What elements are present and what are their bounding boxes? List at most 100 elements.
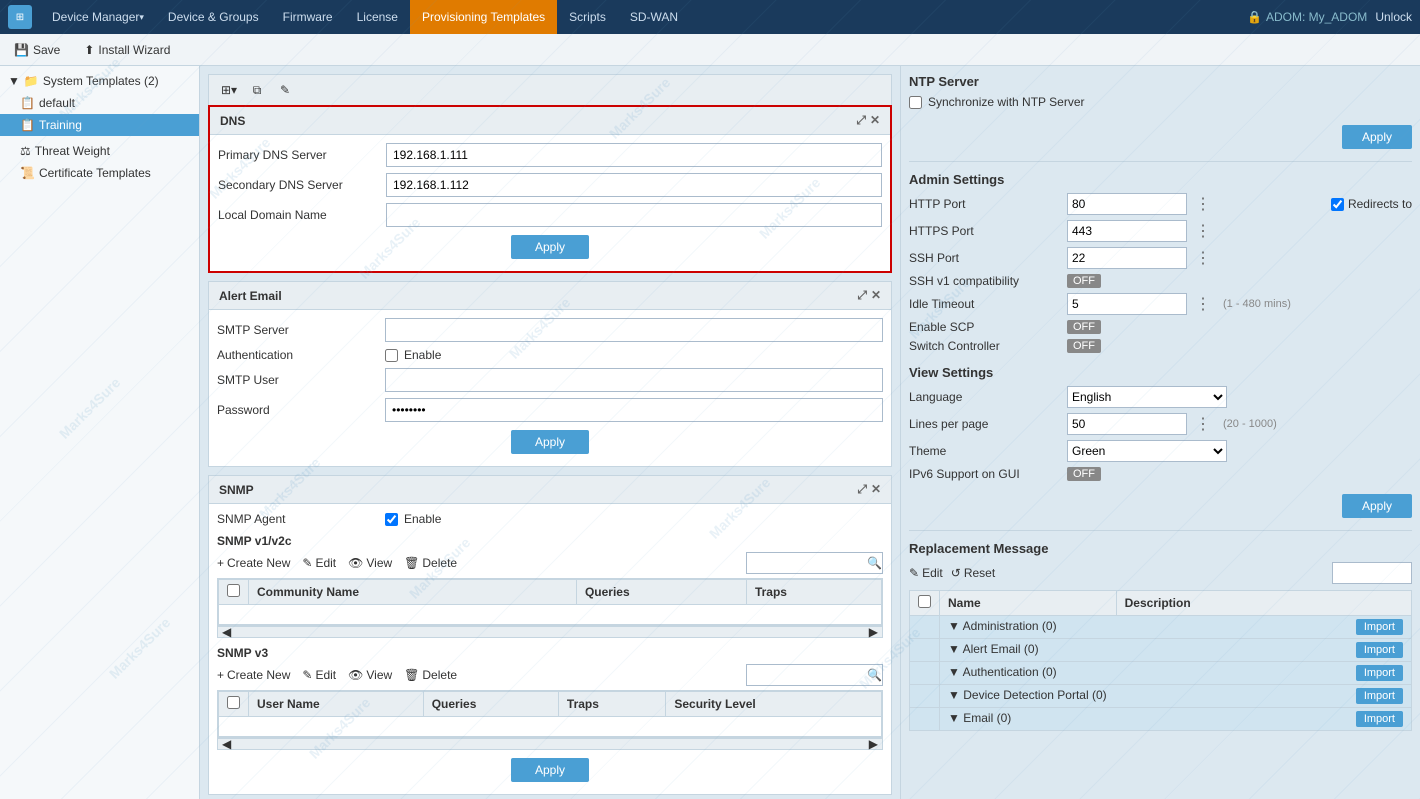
snmp-v1v2-select-all[interactable]	[227, 584, 240, 597]
ntp-sync-checkbox[interactable]	[909, 96, 922, 109]
snmp-expand-button[interactable]: ⤢	[857, 482, 867, 497]
dns-expand-button[interactable]: ⤢	[856, 113, 866, 128]
idle-timeout-row: Idle Timeout ⋮ (1 - 480 mins)	[909, 293, 1412, 315]
snmp-v3-hscroll[interactable]: ◀ ▶	[217, 738, 883, 750]
snmp-v3-search: 🔍	[746, 664, 883, 686]
snmp-v1v2-view-button[interactable]: 👁 View	[348, 556, 392, 570]
secondary-dns-input[interactable]	[386, 173, 882, 197]
snmp-v3-col-check	[219, 692, 249, 717]
http-port-input[interactable]	[1067, 193, 1187, 215]
http-port-label: HTTP Port	[909, 197, 1059, 211]
alert-email-expand-button[interactable]: ⤢	[857, 288, 867, 303]
ssh-port-input[interactable]	[1067, 247, 1187, 269]
ntp-apply-button[interactable]: Apply	[1342, 125, 1412, 149]
repl-email-import-button[interactable]: Import	[1356, 711, 1403, 727]
repl-authentication-import-button[interactable]: Import	[1356, 665, 1403, 681]
system-templates-header[interactable]: ▼ 📁 System Templates (2)	[0, 70, 199, 92]
repl-reset-button[interactable]: ↺ Reset	[951, 566, 995, 580]
ipv6-toggle[interactable]: OFF	[1067, 467, 1101, 481]
password-label: Password	[217, 403, 377, 417]
alert-email-apply-button[interactable]: Apply	[511, 430, 589, 454]
http-port-stepper[interactable]: ⋮	[1195, 194, 1211, 214]
idle-timeout-stepper[interactable]: ⋮	[1195, 294, 1211, 314]
lines-stepper[interactable]: ⋮	[1195, 414, 1211, 434]
snmp-v1v2-search-input[interactable]	[747, 556, 867, 570]
unlock-button[interactable]: Unlock	[1375, 10, 1412, 24]
snmp-agent-checkbox[interactable]	[385, 513, 398, 526]
lines-per-page-input[interactable]	[1067, 413, 1187, 435]
view-toggle-button[interactable]: ⊞ ▾	[217, 79, 241, 101]
https-port-input[interactable]	[1067, 220, 1187, 242]
idle-timeout-input[interactable]	[1067, 293, 1187, 315]
scroll-right-icon[interactable]: ▶	[869, 625, 878, 639]
alert-email-header: Alert Email ⤢ ✕	[209, 282, 891, 310]
alert-email-close-button[interactable]: ✕	[871, 288, 881, 303]
language-select[interactable]: English	[1067, 386, 1227, 408]
https-port-stepper[interactable]: ⋮	[1195, 221, 1211, 241]
install-wizard-button[interactable]: ⬆ Install Wizard	[78, 41, 176, 59]
copy-button[interactable]: ⧉	[245, 79, 269, 101]
repl-search-input[interactable]	[1332, 562, 1412, 584]
snmp-v3-delete-button[interactable]: 🗑 Delete	[404, 668, 457, 682]
dns-close-button[interactable]: ✕	[870, 113, 880, 128]
sidebar-item-certificate-templates[interactable]: 📜 Certificate Templates	[0, 162, 199, 184]
ssh-port-stepper[interactable]: ⋮	[1195, 248, 1211, 268]
secondary-dns-row: Secondary DNS Server	[218, 173, 882, 197]
replacement-message-section: Replacement Message ✎ Edit ↺ Reset	[909, 541, 1412, 731]
redirects-checkbox[interactable]	[1331, 198, 1344, 211]
repl-select-all[interactable]	[918, 595, 931, 608]
snmp-v1v2-table: Community Name Queries Traps	[218, 579, 882, 625]
repl-administration-import-button[interactable]: Import	[1356, 619, 1403, 635]
theme-label: Theme	[909, 444, 1059, 458]
smtp-server-input[interactable]	[385, 318, 883, 342]
snmp-v1v2-create-button[interactable]: + Create New	[217, 556, 290, 570]
repl-col-description: Description	[1116, 591, 1411, 616]
snmp-v3-search-input[interactable]	[747, 668, 867, 682]
nav-sd-wan[interactable]: SD-WAN	[618, 0, 690, 34]
nav-device-manager[interactable]: Device Manager ▾	[40, 0, 156, 34]
scroll-left-icon[interactable]: ◀	[222, 625, 231, 639]
nav-scripts[interactable]: Scripts	[557, 0, 618, 34]
edit-button[interactable]: ✎	[273, 79, 297, 101]
switch-controller-toggle[interactable]: OFF	[1067, 339, 1101, 353]
dns-apply-button[interactable]: Apply	[511, 235, 589, 259]
view-settings-apply-button[interactable]: Apply	[1342, 494, 1412, 518]
theme-select[interactable]: Green	[1067, 440, 1227, 462]
scroll-left-icon[interactable]: ◀	[222, 737, 231, 751]
primary-dns-row: Primary DNS Server	[218, 143, 882, 167]
expand-icon: ▼	[8, 74, 20, 88]
snmp-v1v2-edit-button[interactable]: ✎ Edit	[302, 556, 336, 570]
nav-firmware[interactable]: Firmware	[271, 0, 345, 34]
snmp-v1v2-hscroll[interactable]: ◀ ▶	[217, 626, 883, 638]
primary-dns-input[interactable]	[386, 143, 882, 167]
nav-device-groups[interactable]: Device & Groups	[156, 0, 271, 34]
nav-provisioning-templates[interactable]: Provisioning Templates	[410, 0, 557, 34]
snmp-v3-view-button[interactable]: 👁 View	[348, 668, 392, 682]
sidebar-item-threat-weight[interactable]: ⚖ Threat Weight	[0, 140, 199, 162]
language-label: Language	[909, 390, 1059, 404]
local-domain-input[interactable]	[386, 203, 882, 227]
lines-hint: (20 - 1000)	[1223, 418, 1277, 430]
repl-device-detection-import-button[interactable]: Import	[1356, 688, 1403, 704]
repl-alert-email-import-button[interactable]: Import	[1356, 642, 1403, 658]
password-row: Password	[217, 398, 883, 422]
sidebar-item-default[interactable]: 📋 default	[0, 92, 199, 114]
repl-administration-label: Administration (0)	[963, 619, 1057, 633]
content-area: ⊞ ▾ ⧉ ✎ DNS ⤢ ✕	[200, 66, 1420, 799]
snmp-v3-select-all[interactable]	[227, 696, 240, 709]
save-button[interactable]: 💾 Save	[8, 41, 66, 59]
authentication-checkbox[interactable]	[385, 349, 398, 362]
smtp-user-input[interactable]	[385, 368, 883, 392]
scroll-right-icon[interactable]: ▶	[869, 737, 878, 751]
snmp-apply-button[interactable]: Apply	[511, 758, 589, 782]
sidebar-item-training[interactable]: 📋 Training	[0, 114, 199, 136]
snmp-v1v2-delete-button[interactable]: 🗑 Delete	[404, 556, 457, 570]
snmp-close-button[interactable]: ✕	[871, 482, 881, 497]
nav-license[interactable]: License	[345, 0, 410, 34]
snmp-v3-create-button[interactable]: + Create New	[217, 668, 290, 682]
repl-edit-button[interactable]: ✎ Edit	[909, 566, 943, 580]
enable-scp-toggle[interactable]: OFF	[1067, 320, 1101, 334]
password-input[interactable]	[385, 398, 883, 422]
ssh-v1-toggle[interactable]: OFF	[1067, 274, 1101, 288]
snmp-v3-edit-button[interactable]: ✎ Edit	[302, 668, 336, 682]
